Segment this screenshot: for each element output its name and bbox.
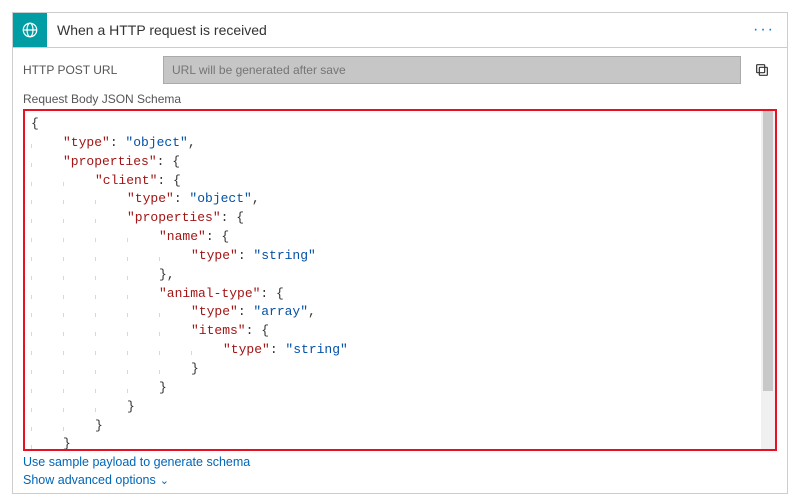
code-line: "items": { — [31, 322, 769, 341]
http-url-row: HTTP POST URL — [23, 56, 777, 84]
code-line: { — [31, 115, 769, 134]
code-line: "name": { — [31, 228, 769, 247]
trigger-card: When a HTTP request is received ··· HTTP… — [12, 12, 788, 494]
copy-url-button[interactable] — [747, 56, 777, 84]
card-body: HTTP POST URL Request Body JSON Schema {… — [13, 48, 787, 493]
trigger-title: When a HTTP request is received — [47, 22, 741, 38]
code-line: "properties": { — [31, 153, 769, 172]
schema-label: Request Body JSON Schema — [23, 92, 777, 106]
code-line: "animal-type": { — [31, 285, 769, 304]
globe-request-icon — [13, 13, 47, 47]
code-line: "client": { — [31, 172, 769, 191]
code-line: "properties": { — [31, 209, 769, 228]
code-line: } — [31, 379, 769, 398]
code-line: "type": "object", — [31, 134, 769, 153]
code-line: }, — [31, 266, 769, 285]
copy-icon — [754, 62, 770, 78]
scrollbar-thumb[interactable] — [763, 111, 773, 391]
chevron-down-icon: ⌄ — [160, 474, 169, 487]
code-line: } — [31, 435, 769, 451]
code-line: } — [31, 360, 769, 379]
schema-editor[interactable]: {"type": "object","properties": {"client… — [23, 109, 777, 451]
code-line: } — [31, 398, 769, 417]
card-header: When a HTTP request is received ··· — [13, 13, 787, 48]
code-line: "type": "string" — [31, 341, 769, 360]
code-line: "type": "array", — [31, 303, 769, 322]
code-line: } — [31, 417, 769, 436]
sample-payload-link[interactable]: Use sample payload to generate schema — [23, 455, 250, 469]
code-line: "type": "object", — [31, 190, 769, 209]
advanced-options-toggle[interactable]: Show advanced options ⌄ — [23, 473, 169, 487]
http-url-label: HTTP POST URL — [23, 63, 163, 77]
scrollbar-track[interactable] — [761, 111, 775, 449]
more-menu-button[interactable]: ··· — [741, 21, 787, 39]
http-url-input[interactable] — [163, 56, 741, 84]
code-line: "type": "string" — [31, 247, 769, 266]
